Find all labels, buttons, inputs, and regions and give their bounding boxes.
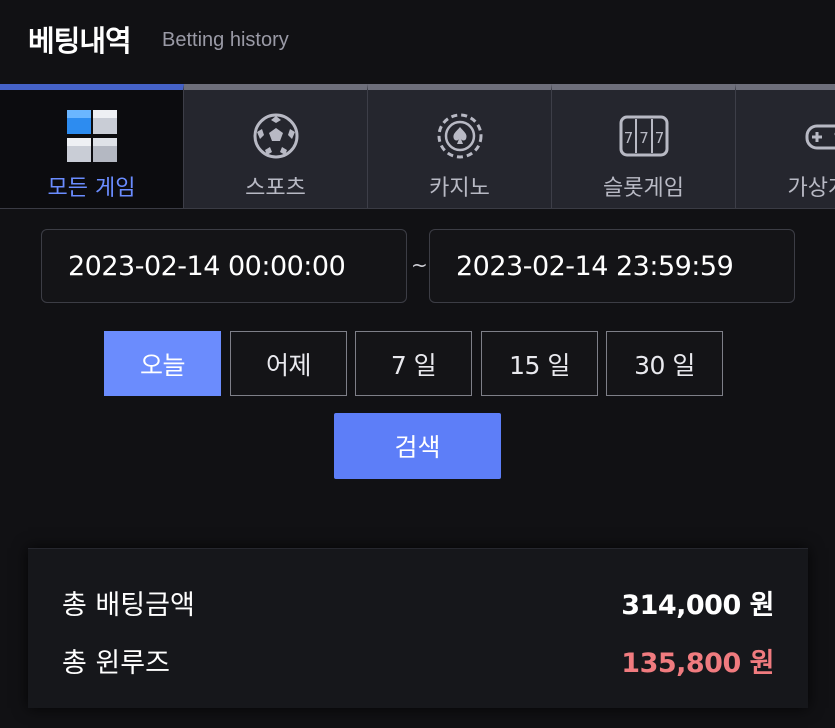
game-category-tabs: 모든 게임 스포츠 카지노 7 7 7 슬롯게임 가상 <box>0 84 835 209</box>
casino-chip-icon <box>432 108 488 164</box>
total-winloss-value: 135,800 원 <box>621 648 774 679</box>
tab-label: 슬롯게임 <box>603 176 684 201</box>
tab-casino[interactable]: 카지노 <box>368 84 552 208</box>
tab-label: 카지노 <box>429 176 490 201</box>
total-winloss-row: 총 윈루즈 135,800 원 <box>62 641 774 681</box>
svg-text:7: 7 <box>654 129 664 147</box>
tab-slot-games[interactable]: 7 7 7 슬롯게임 <box>552 84 736 208</box>
30-days-button[interactable]: 30 일 <box>606 331 723 396</box>
page-title: 베팅내역 <box>28 24 132 58</box>
end-date-input[interactable]: 2023-02-14 23:59:59 <box>429 229 795 303</box>
yesterday-button[interactable]: 어제 <box>230 331 347 396</box>
page-header: 베팅내역 Betting history <box>0 0 835 84</box>
tab-label: 가상게임 <box>787 176 835 201</box>
soccer-ball-icon <box>248 108 304 164</box>
7-days-button[interactable]: 7 일 <box>355 331 472 396</box>
virtual-game-icon <box>800 108 835 164</box>
total-bet-row: 총 배팅금액 314,000 원 <box>62 583 774 623</box>
total-bet-value: 314,000 원 <box>621 590 774 621</box>
page-subtitle: Betting history <box>162 29 289 51</box>
today-button[interactable]: 오늘 <box>104 331 221 396</box>
tab-virtual-games[interactable]: 가상게임 <box>736 84 835 208</box>
tab-label: 모든 게임 <box>47 176 136 201</box>
betting-summary-panel: 총 배팅금액 314,000 원 총 윈루즈 135,800 원 <box>28 548 808 708</box>
total-bet-label: 총 배팅금액 <box>62 590 195 621</box>
tab-all-games[interactable]: 모든 게임 <box>0 84 184 208</box>
date-range-separator: ~ <box>411 253 428 277</box>
tab-label: 스포츠 <box>245 176 306 201</box>
tab-sports[interactable]: 스포츠 <box>184 84 368 208</box>
search-button[interactable]: 검색 <box>334 413 501 479</box>
svg-text:7: 7 <box>639 129 649 147</box>
svg-text:7: 7 <box>623 129 633 147</box>
slot-machine-icon: 7 7 7 <box>616 108 672 164</box>
total-winloss-label: 총 윈루즈 <box>62 648 170 679</box>
start-date-input[interactable]: 2023-02-14 00:00:00 <box>41 229 407 303</box>
all-games-cube-icon <box>64 108 120 164</box>
15-days-button[interactable]: 15 일 <box>481 331 598 396</box>
